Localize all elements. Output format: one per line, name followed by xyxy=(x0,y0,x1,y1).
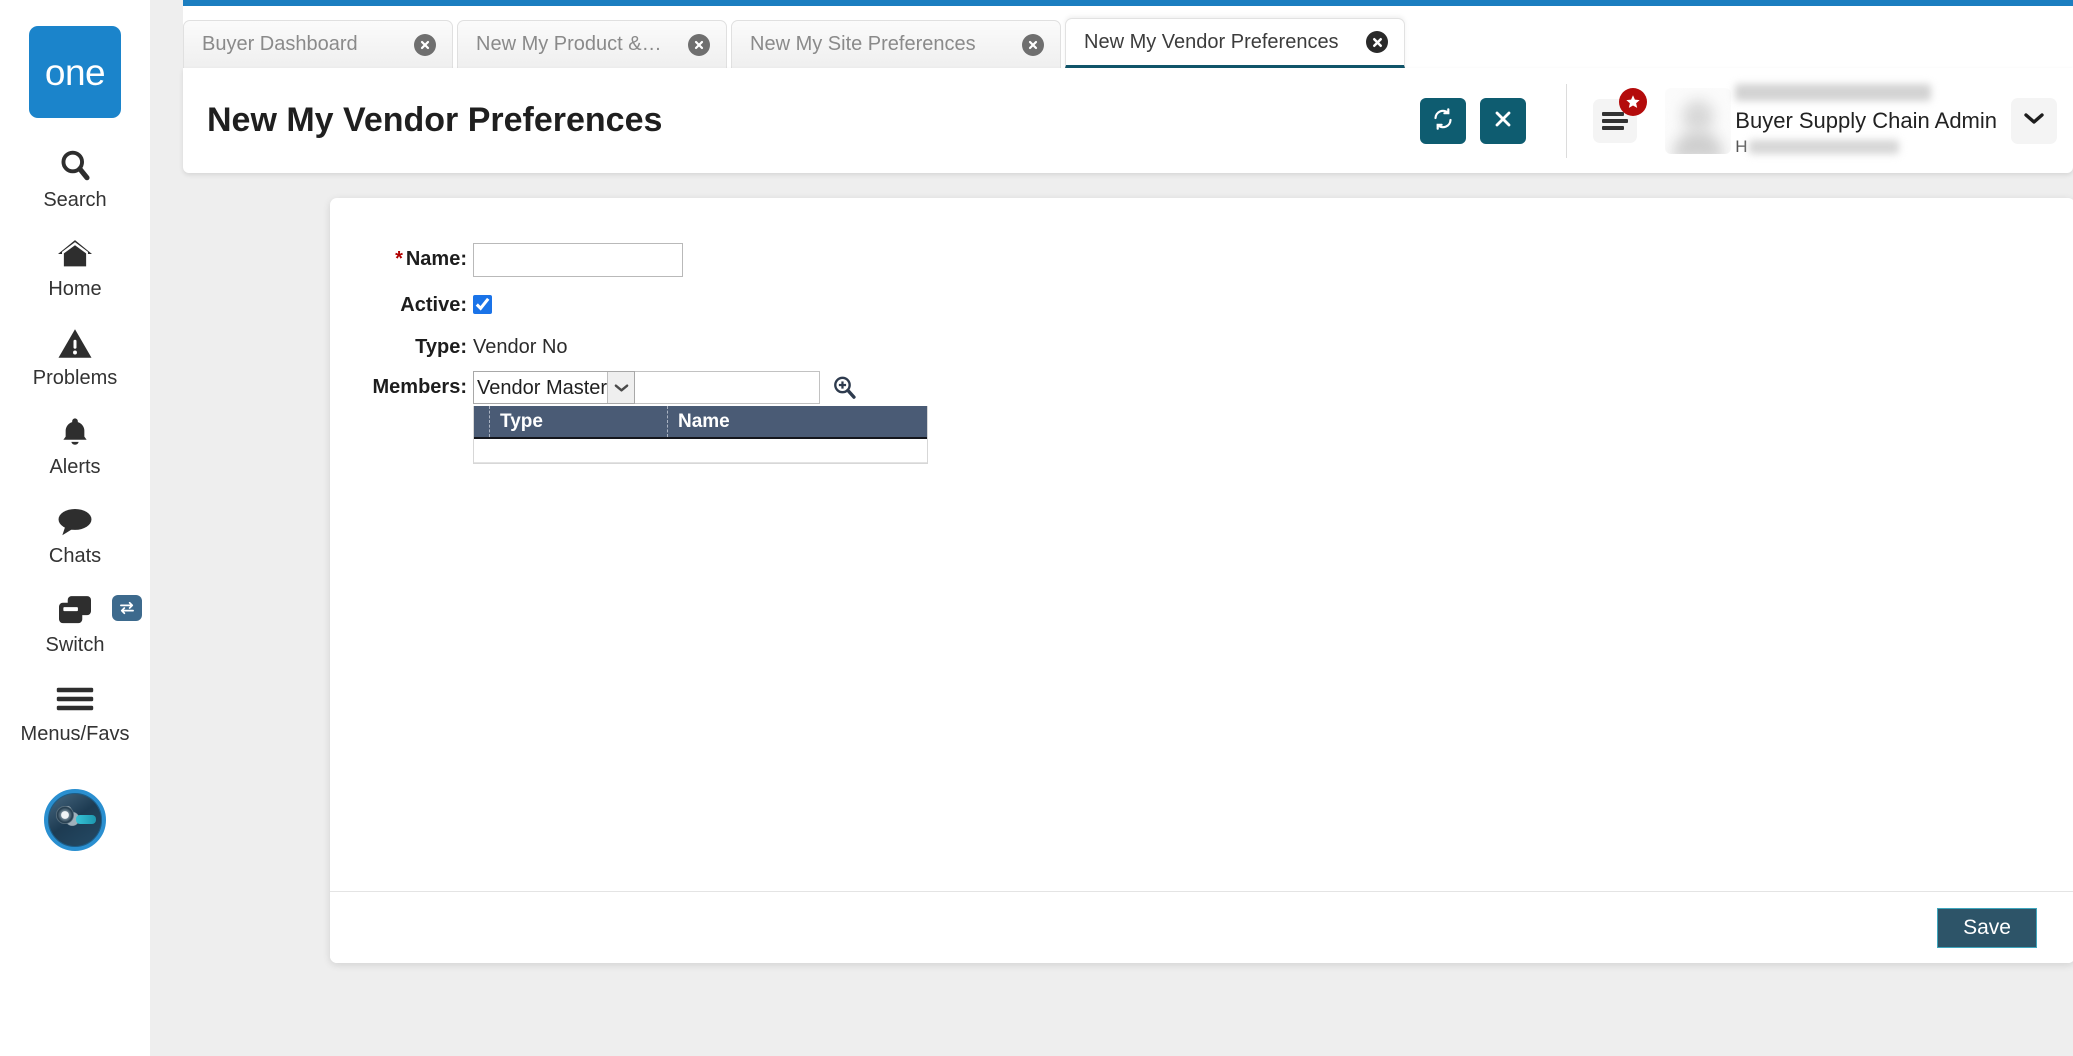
page-title: New My Vendor Preferences xyxy=(207,101,663,139)
user-name-redacted xyxy=(1735,83,1932,101)
tab-label: Buyer Dashboard xyxy=(202,33,358,55)
avatar xyxy=(1665,87,1732,154)
star-icon xyxy=(1626,94,1640,108)
magnifier-plus-icon[interactable] xyxy=(831,374,858,401)
content-card: * Name: Active: Type: Vendor No Members:… xyxy=(330,198,2073,963)
user-text: Buyer Supply Chain Admin H xyxy=(1735,83,1997,157)
sidebar-item-chats[interactable]: Chats xyxy=(0,500,150,567)
app-root: one Search Home Problems Alerts Chats Sw… xyxy=(0,0,2073,1056)
user-email: H xyxy=(1735,137,1997,157)
type-label: Type: xyxy=(415,336,467,358)
hamburger-icon xyxy=(55,678,95,720)
tab-new-my-product-item-preferences[interactable]: New My Product & Item Preferen... xyxy=(457,20,727,68)
members-controls: Vendor Master xyxy=(473,371,2073,404)
members-field-wrap: Vendor Master Type Name xyxy=(473,371,2073,464)
members-type-select-wrap: Vendor Master xyxy=(473,371,635,404)
form-row-type: Type: Vendor No xyxy=(330,331,2073,359)
sidebar-item-search[interactable]: Search xyxy=(0,144,150,211)
tab-new-my-vendor-preferences[interactable]: New My Vendor Preferences xyxy=(1065,18,1405,68)
user-role: Buyer Supply Chain Admin xyxy=(1735,107,1997,133)
grid-column-header-type[interactable]: Type xyxy=(489,406,667,437)
required-indicator: * xyxy=(395,248,403,270)
save-button[interactable]: Save xyxy=(1937,907,2037,948)
close-icon[interactable] xyxy=(1366,31,1388,53)
active-checkbox[interactable] xyxy=(473,295,492,314)
grid-column-header-name[interactable]: Name xyxy=(667,406,927,437)
header-actions: Buyer Supply Chain Admin H xyxy=(1406,68,2073,173)
main-shell: Buyer Dashboard New My Product & Item Pr… xyxy=(150,0,2073,1056)
close-page-button[interactable] xyxy=(1480,97,1527,144)
form-row-active: Active: xyxy=(330,289,2073,319)
name-input[interactable] xyxy=(473,243,683,277)
tab-new-my-site-preferences[interactable]: New My Site Preferences xyxy=(731,20,1061,68)
sidebar-item-label: Search xyxy=(43,189,107,211)
active-field-wrap xyxy=(473,289,2073,319)
card-footer: Save xyxy=(330,891,2073,963)
sidebar-item-label: Problems xyxy=(32,367,118,389)
menu-favorites-button[interactable] xyxy=(1593,87,1648,143)
sidebar-item-switch[interactable]: Switch xyxy=(0,589,150,656)
tab-label: New My Site Preferences xyxy=(750,33,976,55)
close-icon[interactable] xyxy=(414,33,436,56)
members-type-select[interactable]: Vendor Master xyxy=(473,371,635,404)
star-badge xyxy=(1619,87,1648,116)
switch-windows-icon xyxy=(56,589,94,631)
grid-select-column xyxy=(474,406,489,437)
home-icon xyxy=(56,233,94,275)
bell-icon xyxy=(58,411,92,453)
active-label: Active: xyxy=(400,294,467,316)
tab-label: New My Vendor Preferences xyxy=(1084,30,1339,53)
sidebar-item-problems[interactable]: Problems xyxy=(0,322,150,389)
form-row-members: Members: Vendor Master Type Name xyxy=(330,371,2073,464)
name-field-wrap xyxy=(473,243,2073,277)
chat-bubble-icon xyxy=(56,500,94,542)
page-header: New My Vendor Preferences Buyer Supply C… xyxy=(183,68,2073,173)
sidebar-item-label: Home xyxy=(48,278,102,300)
close-x-icon xyxy=(1492,108,1514,133)
members-label: Members: xyxy=(372,376,467,398)
members-search-input[interactable] xyxy=(635,371,820,404)
user-profile[interactable]: Buyer Supply Chain Admin H xyxy=(1665,79,2061,162)
tab-strip: Buyer Dashboard New My Product & Item Pr… xyxy=(183,6,2073,68)
chevron-down-icon xyxy=(2023,111,2045,130)
sidebar-item-label: Menus/Favs xyxy=(20,723,130,745)
members-grid-empty-row xyxy=(474,439,927,463)
tab-buyer-dashboard[interactable]: Buyer Dashboard xyxy=(183,20,453,68)
form-row-name: * Name: xyxy=(330,243,2073,277)
close-icon[interactable] xyxy=(688,33,710,56)
members-grid: Type Name xyxy=(473,406,928,464)
type-value: Vendor No xyxy=(473,336,568,358)
user-email-prefix: H xyxy=(1735,137,1748,157)
close-icon[interactable] xyxy=(1022,33,1044,56)
name-label-text: Name: xyxy=(405,248,467,270)
refresh-button[interactable] xyxy=(1420,97,1467,144)
members-grid-header: Type Name xyxy=(474,406,927,439)
assistant-avatar-icon[interactable] xyxy=(44,789,106,851)
sidebar-item-label: Alerts xyxy=(49,456,101,478)
app-logo-text: one xyxy=(44,51,106,93)
switch-toggle-badge[interactable] xyxy=(112,595,142,621)
type-field-wrap: Vendor No xyxy=(473,331,2073,359)
tab-label: New My Product & Item Preferen... xyxy=(476,33,666,55)
left-sidebar: one Search Home Problems Alerts Chats Sw… xyxy=(0,0,150,1056)
warning-triangle-icon xyxy=(57,322,93,364)
header-divider xyxy=(1566,83,1568,158)
sidebar-item-home[interactable]: Home xyxy=(0,233,150,300)
refresh-icon xyxy=(1431,107,1455,134)
app-logo[interactable]: one xyxy=(29,26,121,118)
sidebar-item-label: Chats xyxy=(48,545,102,567)
search-icon xyxy=(57,144,93,186)
name-label: * Name: xyxy=(330,243,473,271)
user-menu-button[interactable] xyxy=(2011,97,2057,144)
sidebar-item-alerts[interactable]: Alerts xyxy=(0,411,150,478)
user-email-redacted xyxy=(1748,140,1899,155)
sidebar-item-label: Switch xyxy=(45,634,105,656)
sidebar-item-menus-favs[interactable]: Menus/Favs xyxy=(0,678,150,745)
vendor-preferences-form: * Name: Active: Type: Vendor No Members:… xyxy=(330,198,2073,464)
